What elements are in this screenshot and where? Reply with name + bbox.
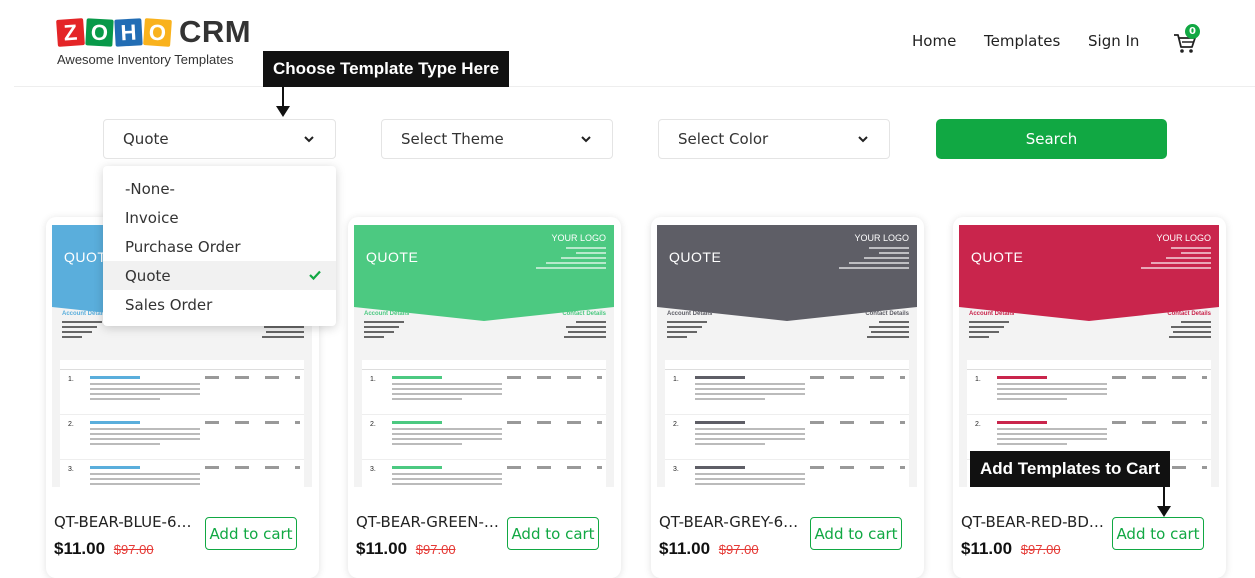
thumbnail-header: QUOTE YOUR LOGO: [354, 225, 614, 305]
current-price: $11.00: [356, 539, 408, 558]
template-thumbnail[interactable]: QUOTE YOUR LOGO Account Details Contact …: [354, 225, 614, 487]
template-card[interactable]: QUOTE YOUR LOGO Account Details Contact …: [651, 217, 924, 578]
callout-add-templates-to-cart: Add Templates to Cart: [970, 451, 1171, 487]
search-button[interactable]: Search: [936, 119, 1167, 159]
thumbnail-account-lines: [364, 321, 424, 341]
thumbnail-account-lines: [969, 321, 1029, 341]
thumbnail-logo-text: YOUR LOGO: [551, 233, 606, 243]
cart-count-badge: 0: [1185, 24, 1200, 39]
template-title[interactable]: QT-BEAR-GREY-62...: [659, 513, 804, 531]
option-label: -None-: [125, 179, 175, 198]
dropdown-option-sales-order[interactable]: Sales Order: [103, 290, 336, 319]
current-price: $11.00: [961, 539, 1013, 558]
add-to-cart-button[interactable]: Add to cart: [810, 517, 902, 550]
original-price: $97.00: [1020, 542, 1061, 557]
template-type-value: Quote: [123, 130, 169, 148]
thumbnail-account-details: Account Details: [969, 311, 1015, 317]
thumbnail-contact-lines: [1161, 321, 1211, 341]
thumbnail-contact-details: Contact Details: [562, 311, 606, 317]
dropdown-option-none[interactable]: -None-: [103, 174, 336, 203]
template-title[interactable]: QT-BEAR-RED-BD3...: [961, 513, 1106, 531]
check-icon: [309, 270, 321, 281]
thumbnail-account-details: Account Details: [62, 311, 108, 317]
nav-sign-in[interactable]: Sign In: [1088, 32, 1139, 50]
original-price: $97.00: [113, 542, 154, 557]
thumbnail-address-lines: [1131, 247, 1211, 272]
template-title[interactable]: QT-BEAR-GREEN-6...: [356, 513, 501, 531]
callout-choose-template-type: Choose Template Type Here: [263, 51, 510, 87]
theme-select[interactable]: Select Theme: [381, 119, 613, 159]
thumbnail-quote-label: QUOTE: [971, 249, 1024, 265]
thumbnail-account-details: Account Details: [667, 311, 713, 317]
option-label: Invoice: [125, 208, 179, 227]
thumbnail-contact-details: Contact Details: [865, 311, 909, 317]
logo-tagline: Awesome Inventory Templates: [57, 52, 234, 67]
cart-button[interactable]: 0: [1172, 24, 1202, 56]
option-label: Purchase Order: [125, 237, 241, 256]
add-to-cart-button[interactable]: Add to cart: [205, 517, 297, 550]
template-price: $11.00 $97.00: [356, 539, 456, 559]
thumbnail-account-details: Account Details: [364, 311, 410, 317]
template-thumbnail[interactable]: QUOTE YOUR LOGO Account Details Contact …: [657, 225, 917, 487]
brand-logo[interactable]: Z O H O CRM Awesome Inventory Templates: [56, 14, 252, 67]
template-card[interactable]: QUOTE YOUR LOGO Account Details Contact …: [348, 217, 621, 578]
callout-arrow-down-icon: [276, 87, 290, 117]
nav-templates[interactable]: Templates: [984, 32, 1060, 50]
template-title[interactable]: QT-BEAR-BLUE-69...: [54, 513, 199, 531]
chevron-down-icon: [304, 136, 314, 143]
thumbnail-header: QUOTE YOUR LOGO: [657, 225, 917, 305]
template-type-select[interactable]: Quote: [103, 119, 336, 159]
template-type-dropdown: -None- Invoice Purchase Order Quote Sale…: [103, 166, 336, 326]
dropdown-option-quote[interactable]: Quote: [103, 261, 336, 290]
color-value: Select Color: [678, 130, 769, 148]
template-price: $11.00 $97.00: [659, 539, 759, 559]
thumbnail-contact-details: Contact Details: [1167, 311, 1211, 317]
thumbnail-items-table: 1. 2. 3.: [60, 360, 304, 487]
chevron-down-icon: [858, 136, 868, 143]
nav-home[interactable]: Home: [912, 32, 956, 50]
thumbnail-logo-text: YOUR LOGO: [1156, 233, 1211, 243]
thumbnail-items-table: 1. 2. 3.: [362, 360, 606, 487]
template-thumbnail[interactable]: QUOTE YOUR LOGO Account Details Contact …: [959, 225, 1219, 487]
add-to-cart-button[interactable]: Add to cart: [1112, 517, 1204, 550]
logo-product-name: CRM: [179, 14, 252, 49]
thumbnail-account-lines: [667, 321, 727, 341]
option-label: Quote: [125, 266, 171, 285]
original-price: $97.00: [415, 542, 456, 557]
thumbnail-header: QUOTE YOUR LOGO: [959, 225, 1219, 305]
template-card[interactable]: QUOTE YOUR LOGO Account Details Contact …: [953, 217, 1226, 578]
header-divider: [14, 86, 1255, 87]
thumbnail-quote-label: QUOTE: [669, 249, 722, 265]
color-select[interactable]: Select Color: [658, 119, 890, 159]
logo-letter-o2: O: [143, 17, 172, 47]
template-price: $11.00 $97.00: [961, 539, 1061, 559]
thumbnail-logo-text: YOUR LOGO: [854, 233, 909, 243]
dropdown-option-purchase-order[interactable]: Purchase Order: [103, 232, 336, 261]
thumbnail-items-table: 1. 2. 3.: [665, 360, 909, 487]
callout-arrow-down-icon: [1157, 487, 1171, 517]
template-price: $11.00 $97.00: [54, 539, 154, 559]
thumbnail-address-lines: [526, 247, 606, 272]
chevron-down-icon: [581, 136, 591, 143]
logo-letter-o1: O: [85, 17, 114, 47]
thumbnail-quote-label: QUOTE: [366, 249, 419, 265]
thumbnail-contact-lines: [859, 321, 909, 341]
thumbnail-address-lines: [829, 247, 909, 272]
theme-value: Select Theme: [401, 130, 504, 148]
current-price: $11.00: [54, 539, 106, 558]
logo-letter-h: H: [114, 17, 143, 47]
add-to-cart-button[interactable]: Add to cart: [507, 517, 599, 550]
dropdown-option-invoice[interactable]: Invoice: [103, 203, 336, 232]
thumbnail-contact-lines: [556, 321, 606, 341]
logo-letter-z: Z: [56, 17, 85, 47]
current-price: $11.00: [659, 539, 711, 558]
option-label: Sales Order: [125, 295, 213, 314]
original-price: $97.00: [718, 542, 759, 557]
